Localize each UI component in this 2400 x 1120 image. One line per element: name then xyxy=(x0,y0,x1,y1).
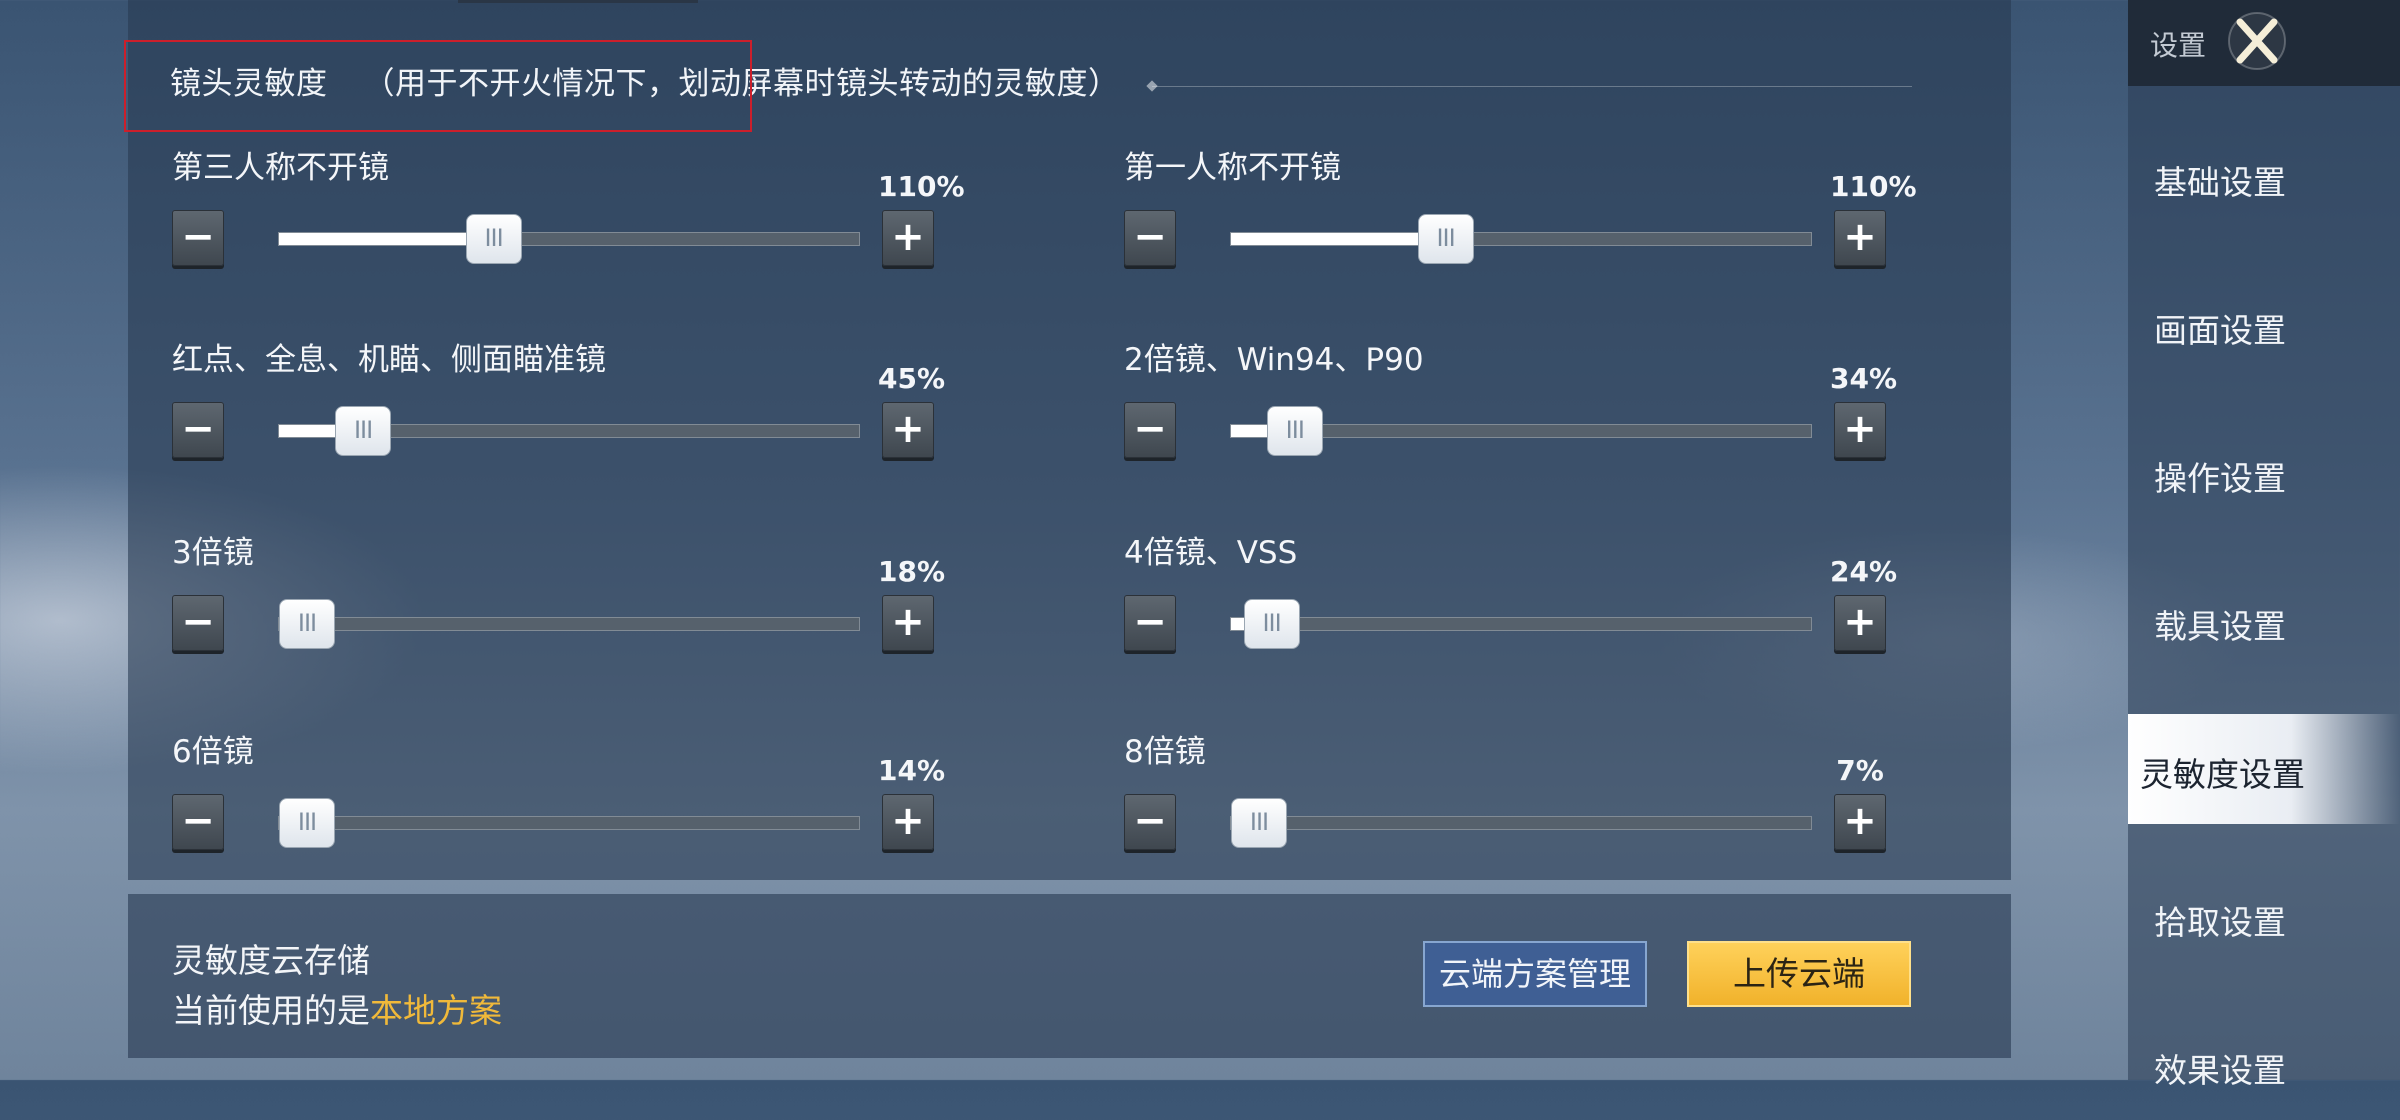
slider-thumb[interactable]: III xyxy=(1243,599,1300,649)
cloud-storage-title: 灵敏度云存储 xyxy=(172,941,370,980)
decrease-button[interactable]: − xyxy=(1124,402,1176,458)
slider-thumb[interactable]: III xyxy=(279,599,335,649)
setting-value: 18% xyxy=(878,555,946,588)
upload-cloud-button[interactable]: 上传云端 xyxy=(1687,941,1911,1007)
sidebar-item-label: 灵敏度设置 xyxy=(2140,755,2305,794)
setting-value: 45% xyxy=(878,362,946,395)
slider-thumb[interactable]: III xyxy=(279,798,335,848)
section-divider xyxy=(1152,86,1912,87)
slider-track[interactable]: III xyxy=(278,798,860,848)
slider-track[interactable]: III xyxy=(1230,798,1812,848)
decrease-button[interactable]: − xyxy=(172,595,224,651)
sidebar-item-effects[interactable]: 效果设置 xyxy=(2128,1010,2400,1120)
slider-thumb[interactable]: III xyxy=(1266,406,1323,456)
sidebar-item-controls[interactable]: 操作设置 xyxy=(2128,418,2400,528)
increase-button[interactable]: + xyxy=(1834,794,1886,850)
sidebar-item-label: 操作设置 xyxy=(2154,459,2286,498)
setting-first-person-no-scope: 第一人称不开镜 110% − III + xyxy=(1080,142,1917,302)
increase-button[interactable]: + xyxy=(882,210,934,266)
setting-label: 2倍镜、Win94、P90 xyxy=(1124,342,1424,378)
setting-6x-scope: 6倍镜 14% − III + xyxy=(128,726,946,886)
setting-label: 4倍镜、VSS xyxy=(1124,535,1298,571)
decrease-button[interactable]: − xyxy=(1124,794,1176,850)
slider-thumb[interactable]: III xyxy=(335,406,392,456)
setting-label: 3倍镜 xyxy=(172,535,254,571)
setting-value: 14% xyxy=(878,754,946,787)
sidebar-item-graphics[interactable]: 画面设置 xyxy=(2128,270,2400,380)
sidebar-item-label: 效果设置 xyxy=(2154,1051,2286,1090)
status-prefix: 当前使用的是 xyxy=(172,991,370,1030)
setting-third-person-no-scope: 第三人称不开镜 110% − III + xyxy=(128,142,965,302)
sidebar-item-sensitivity[interactable]: 灵敏度设置 xyxy=(2128,714,2400,824)
close-icon[interactable] xyxy=(2226,10,2288,72)
sidebar-item-basic[interactable]: 基础设置 xyxy=(2128,122,2400,232)
sidebar-item-label: 载具设置 xyxy=(2154,607,2286,646)
slider-fill xyxy=(1231,233,1446,245)
sidebar-item-label: 画面设置 xyxy=(2154,311,2286,350)
setting-value: 110% xyxy=(1830,170,1917,203)
increase-button[interactable]: + xyxy=(1834,402,1886,458)
decrease-button[interactable]: − xyxy=(1124,595,1176,651)
increase-button[interactable]: + xyxy=(1834,210,1886,266)
slider-thumb[interactable]: III xyxy=(465,214,522,264)
slider-thumb[interactable]: III xyxy=(1417,214,1474,264)
highlight-outline xyxy=(124,40,752,132)
setting-label: 6倍镜 xyxy=(172,734,254,770)
slider-track[interactable]: III xyxy=(278,214,860,264)
decrease-button[interactable]: − xyxy=(1124,210,1176,266)
slider-track[interactable]: III xyxy=(278,406,860,456)
slider-track[interactable]: III xyxy=(1230,406,1812,456)
setting-2x-win94-p90: 2倍镜、Win94、P90 34% − III + xyxy=(1080,334,1898,494)
slider-track[interactable]: III xyxy=(1230,599,1812,649)
setting-label: 8倍镜 xyxy=(1124,734,1206,770)
slider-fill xyxy=(279,233,494,245)
decrease-button[interactable]: − xyxy=(172,210,224,266)
increase-button[interactable]: + xyxy=(882,595,934,651)
decrease-button[interactable]: − xyxy=(172,402,224,458)
setting-label: 红点、全息、机瞄、侧面瞄准镜 xyxy=(172,342,606,378)
setting-value: 34% xyxy=(1830,362,1898,395)
setting-value: 7% xyxy=(1836,754,1884,787)
sidebar-title: 设置 xyxy=(2150,29,2207,62)
slider-thumb[interactable]: III xyxy=(1231,798,1287,848)
setting-4x-vss: 4倍镜、VSS 24% − III + xyxy=(1080,527,1898,687)
decrease-button[interactable]: − xyxy=(172,794,224,850)
slider-track[interactable]: III xyxy=(1230,214,1812,264)
current-scheme: 本地方案 xyxy=(370,991,502,1030)
increase-button[interactable]: + xyxy=(882,402,934,458)
sidebar-item-vehicle[interactable]: 载具设置 xyxy=(2128,566,2400,676)
sidebar-item-pickup[interactable]: 拾取设置 xyxy=(2128,862,2400,972)
setting-label: 第一人称不开镜 xyxy=(1124,150,1341,186)
increase-button[interactable]: + xyxy=(882,794,934,850)
setting-red-dot-holo-iron-side: 红点、全息、机瞄、侧面瞄准镜 45% − III + xyxy=(128,334,946,494)
cloud-scheme-manage-button[interactable]: 云端方案管理 xyxy=(1423,941,1647,1007)
setting-value: 110% xyxy=(878,170,965,203)
setting-label: 第三人称不开镜 xyxy=(172,150,389,186)
setting-3x-scope: 3倍镜 18% − III + xyxy=(128,527,946,687)
sidebar-item-label: 基础设置 xyxy=(2154,163,2286,202)
setting-value: 24% xyxy=(1830,555,1898,588)
increase-button[interactable]: + xyxy=(1834,595,1886,651)
cloud-storage-status: 当前使用的是本地方案 xyxy=(172,984,502,1032)
slider-track[interactable]: III xyxy=(278,599,860,649)
setting-8x-scope: 8倍镜 7% − III + xyxy=(1080,726,1890,886)
sidebar-item-label: 拾取设置 xyxy=(2154,903,2286,942)
